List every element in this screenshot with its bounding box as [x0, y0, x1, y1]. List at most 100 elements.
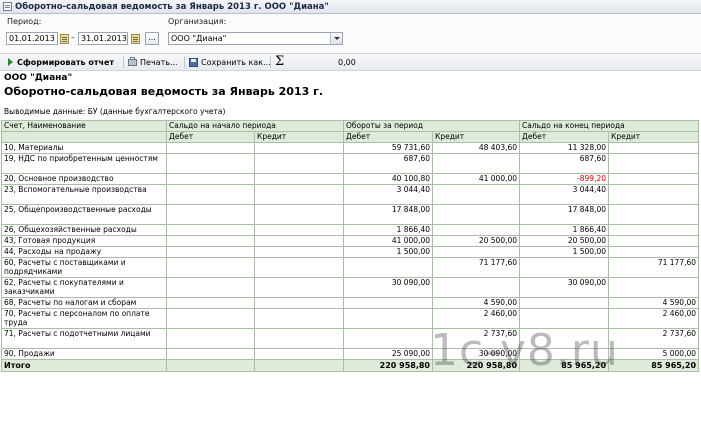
table-row[interactable]: 25, Общепроизводственные расходы 17 848,… [1, 204, 700, 225]
opening-credit-cell [254, 235, 344, 247]
closing-credit-cell [608, 246, 700, 258]
closing-credit-cell: 71 177,60 [608, 257, 700, 278]
total-row[interactable]: Итого 220 958,80 220 958,80 85 965,20 85… [1, 359, 700, 372]
table-row[interactable]: 43, Готовая продукция 41 000,00 20 500,0… [1, 235, 700, 247]
turnover-debit-cell: 1 500,00 [343, 246, 433, 258]
sum-icon[interactable]: Σ [275, 54, 284, 70]
closing-credit-cell [608, 184, 700, 205]
header-closing-credit: Кредит [608, 131, 700, 143]
turnover-debit-cell: 41 000,00 [343, 235, 433, 247]
table-row[interactable]: 19, НДС по приобретенным ценностям 687,6… [1, 153, 700, 174]
printer-icon [128, 56, 137, 66]
turnover-credit-cell: 48 403,60 [431, 142, 521, 154]
turnover-debit-cell: 1 866,40 [343, 224, 433, 236]
table-row[interactable]: 70, Расчеты с персоналом по оплате труда… [1, 308, 700, 329]
turnover-credit-cell: 2 460,00 [431, 308, 521, 329]
opening-debit-cell [166, 297, 255, 309]
save-as-button[interactable]: Сохранить как... [189, 56, 271, 68]
closing-debit-cell: 3 044,40 [519, 184, 610, 205]
opening-credit-cell [254, 277, 344, 298]
report-data-source: Выводимые данные: БУ (данные бухгалтерск… [4, 107, 226, 116]
turnover-debit-cell: 3 044,40 [343, 184, 433, 205]
report-organization: ООО "Диана" [4, 73, 73, 83]
turnover-debit-cell [343, 297, 433, 309]
opening-credit-cell [254, 142, 344, 154]
account-cell: 25, Общепроизводственные расходы [1, 204, 167, 225]
account-cell: 62, Расчеты с покупателями и заказчиками [1, 277, 167, 298]
closing-debit-cell: 1 500,00 [519, 246, 610, 258]
table-row[interactable]: 26, Общехозяйственные расходы 1 866,40 1… [1, 224, 700, 236]
account-cell: 43, Готовая продукция [1, 235, 167, 247]
table-row[interactable]: 44, Расходы на продажу 1 500,00 1 500,00 [1, 246, 700, 258]
turnover-credit-cell [431, 224, 521, 236]
total-closing-credit: 85 965,20 [608, 359, 700, 372]
account-cell: 10, Материалы [1, 142, 167, 154]
turnover-credit-cell: 2 737,60 [431, 328, 521, 349]
print-button[interactable]: Печать... [128, 56, 178, 68]
opening-credit-cell [254, 297, 344, 309]
period-select-button[interactable]: ... [145, 32, 159, 45]
turnover-credit-cell: 71 177,60 [431, 257, 521, 278]
toolbar-separator [184, 56, 185, 68]
floppy-disk-icon [189, 57, 198, 67]
account-cell: 19, НДС по приобретенным ценностям [1, 153, 167, 174]
turnover-debit-cell [343, 308, 433, 329]
table-row[interactable]: 68, Расчеты по налогам и сборам 4 590,00… [1, 297, 700, 309]
toolbar-separator [123, 56, 124, 68]
opening-debit-cell [166, 142, 255, 154]
opening-debit-cell [166, 224, 255, 236]
period-dash: – [71, 33, 75, 42]
turnover-credit-cell: 41 000,00 [431, 173, 521, 185]
closing-debit-cell: 11 328,00 [519, 142, 610, 154]
table-row[interactable]: 23, Вспомогательные производства 3 044,4… [1, 184, 700, 205]
save-as-label: Сохранить как... [201, 57, 271, 67]
table-row[interactable]: 60, Расчеты с поставщиками и подрядчикам… [1, 257, 700, 278]
table-row[interactable]: 90, Продажи 25 090,00 30 090,00 5 000,00 [1, 348, 700, 360]
opening-debit-cell [166, 257, 255, 278]
window-title: Оборотно-сальдовая ведомость за Январь 2… [15, 1, 329, 12]
closing-debit-cell: 1 866,40 [519, 224, 610, 236]
header-turnover-credit: Кредит [431, 131, 521, 143]
header-opening-debit: Дебет [166, 131, 255, 143]
closing-credit-cell: 4 590,00 [608, 297, 700, 309]
date-to-field[interactable]: 31.01.2013 [78, 32, 128, 45]
opening-credit-cell [254, 348, 344, 360]
closing-debit-cell [519, 257, 610, 278]
closing-credit-cell [608, 224, 700, 236]
opening-debit-cell [166, 173, 255, 185]
opening-credit-cell [254, 328, 344, 349]
closing-credit-cell: 2 460,00 [608, 308, 700, 329]
selection-sum-value: 0,00 [338, 57, 356, 67]
table-row[interactable]: 62, Расчеты с покупателями и заказчиками… [1, 277, 700, 298]
table-row[interactable]: 10, Материалы 59 731,60 48 403,60 11 328… [1, 142, 700, 154]
table-row[interactable]: 71, Расчеты с подотчетными лицами 2 737,… [1, 328, 700, 349]
calendar-to-icon[interactable] [131, 34, 140, 44]
date-from-field[interactable]: 01.01.2013 [6, 32, 58, 45]
turnover-credit-cell: 20 500,00 [431, 235, 521, 247]
document-icon [3, 2, 12, 11]
header-account: Счет, Наименование [1, 120, 167, 132]
calendar-from-icon[interactable] [60, 34, 69, 44]
turnover-credit-cell [431, 184, 521, 205]
header-opening-balance: Сальдо на начало периода [166, 120, 344, 132]
organization-label: Организация: [168, 17, 227, 26]
generate-report-button[interactable]: Сформировать отчет [8, 56, 114, 68]
organization-field[interactable]: ООО "Диана" [168, 32, 343, 45]
report-sheet: ООО "Диана" Оборотно-сальдовая ведомость… [0, 70, 701, 424]
balance-table: Счет, Наименование Сальдо на начало пери… [1, 120, 700, 372]
account-cell: 90, Продажи [1, 348, 167, 360]
closing-debit-cell: 17 848,00 [519, 204, 610, 225]
window-titlebar: Оборотно-сальдовая ведомость за Январь 2… [0, 0, 701, 14]
opening-debit-cell [166, 204, 255, 225]
total-closing-debit: 85 965,20 [519, 359, 610, 372]
closing-credit-cell [608, 235, 700, 247]
opening-credit-cell [254, 224, 344, 236]
opening-credit-cell [254, 257, 344, 278]
turnover-credit-cell: 4 590,00 [431, 297, 521, 309]
organization-dropdown-icon[interactable] [330, 33, 342, 44]
closing-debit-cell: 20 500,00 [519, 235, 610, 247]
total-opening-debit [166, 359, 255, 372]
report-toolbar: Сформировать отчет Печать... Сохранить к… [0, 53, 701, 71]
table-row[interactable]: 20, Основное производство 40 100,80 41 0… [1, 173, 700, 185]
report-parameters: Период: 01.01.2013 – 31.01.2013 ... Орга… [0, 14, 701, 52]
